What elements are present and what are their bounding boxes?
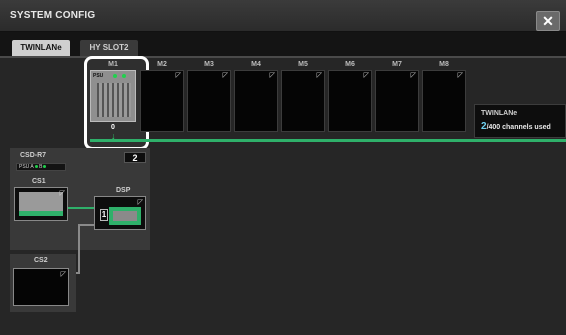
psu-b-led xyxy=(43,165,47,168)
cs1-label: CS1 xyxy=(32,178,46,185)
channels-used-count: 2/400 channels used xyxy=(481,121,551,132)
expand-corner-icon: ◸ xyxy=(457,72,463,79)
dsp-label: DSP xyxy=(116,187,131,194)
slot-m1-card[interactable]: PSU xyxy=(90,70,136,122)
cs2-dsp-link-vertical xyxy=(78,224,80,274)
slot-m3[interactable]: ◸ xyxy=(187,70,231,132)
m1-psu-label: PSU xyxy=(93,73,104,79)
slot-label-m5: M5 xyxy=(298,61,308,68)
expand-corner-icon: ◸ xyxy=(175,72,181,79)
psu-b-led xyxy=(122,74,126,78)
cs2-label: CS2 xyxy=(34,257,48,264)
tab-twinlane[interactable]: TWINLANe xyxy=(12,40,70,56)
tab-hy-slot2[interactable]: HY SLOT2 xyxy=(80,40,138,56)
expand-corner-icon: ◸ xyxy=(222,72,228,79)
m1-value: 0 xyxy=(111,124,115,131)
expand-corner-icon: ◸ xyxy=(269,72,275,79)
close-button[interactable]: ✕ xyxy=(536,11,560,31)
window-title: SYSTEM CONFIG xyxy=(10,10,96,21)
slot-m8[interactable]: ◸ xyxy=(422,70,466,132)
dsp-badge: 1 xyxy=(100,209,108,221)
expand-corner-icon: ◸ xyxy=(363,72,369,79)
dsp-engine-icon xyxy=(109,207,141,225)
twinlane-status: TWINLANe 2/400 channels used xyxy=(474,104,566,138)
slot-m5[interactable]: ◸ xyxy=(281,70,325,132)
close-icon: ✕ xyxy=(542,13,554,29)
cs2-dsp-link-top xyxy=(78,224,94,226)
csd-psu-status: PSU A B xyxy=(16,163,66,171)
title-bar: SYSTEM CONFIG ✕ xyxy=(0,0,566,32)
twinlane-label: TWINLANe xyxy=(481,110,518,117)
console-surface-icon xyxy=(19,192,63,216)
slot-label-m2: M2 xyxy=(157,61,167,68)
expand-corner-icon: ◸ xyxy=(316,72,322,79)
slot-label-m4: M4 xyxy=(251,61,261,68)
slot-m2[interactable]: ◸ xyxy=(140,70,184,132)
slot-m7[interactable]: ◸ xyxy=(375,70,419,132)
slot-m6[interactable]: ◸ xyxy=(328,70,372,132)
slot-label-m6: M6 xyxy=(345,61,355,68)
psu-a-led xyxy=(34,165,38,168)
expand-corner-icon: ◸ xyxy=(59,190,65,197)
cs1-dsp-link xyxy=(68,207,94,209)
slot-label-m7: M7 xyxy=(392,61,402,68)
expand-corner-icon: ◸ xyxy=(410,72,416,79)
device-front-panel-icon xyxy=(97,83,131,117)
csd-number-display[interactable]: 2 xyxy=(124,152,146,163)
twinlane-bus-line xyxy=(90,139,566,142)
slot-label-m1: M1 xyxy=(108,61,118,68)
slot-label-m3: M3 xyxy=(204,61,214,68)
cs1-card[interactable]: ◸ xyxy=(14,187,68,221)
slot-m4[interactable]: ◸ xyxy=(234,70,278,132)
csd-r7-label: CSD-R7 xyxy=(20,152,47,159)
slot-label-m8: M8 xyxy=(439,61,449,68)
tab-bar: TWINLANe HY SLOT2 xyxy=(0,32,566,56)
expand-corner-icon: ◸ xyxy=(60,271,66,278)
psu-a-led xyxy=(113,74,117,78)
expand-corner-icon: ◸ xyxy=(137,199,143,206)
cs2-card[interactable]: ◸ xyxy=(13,268,69,306)
